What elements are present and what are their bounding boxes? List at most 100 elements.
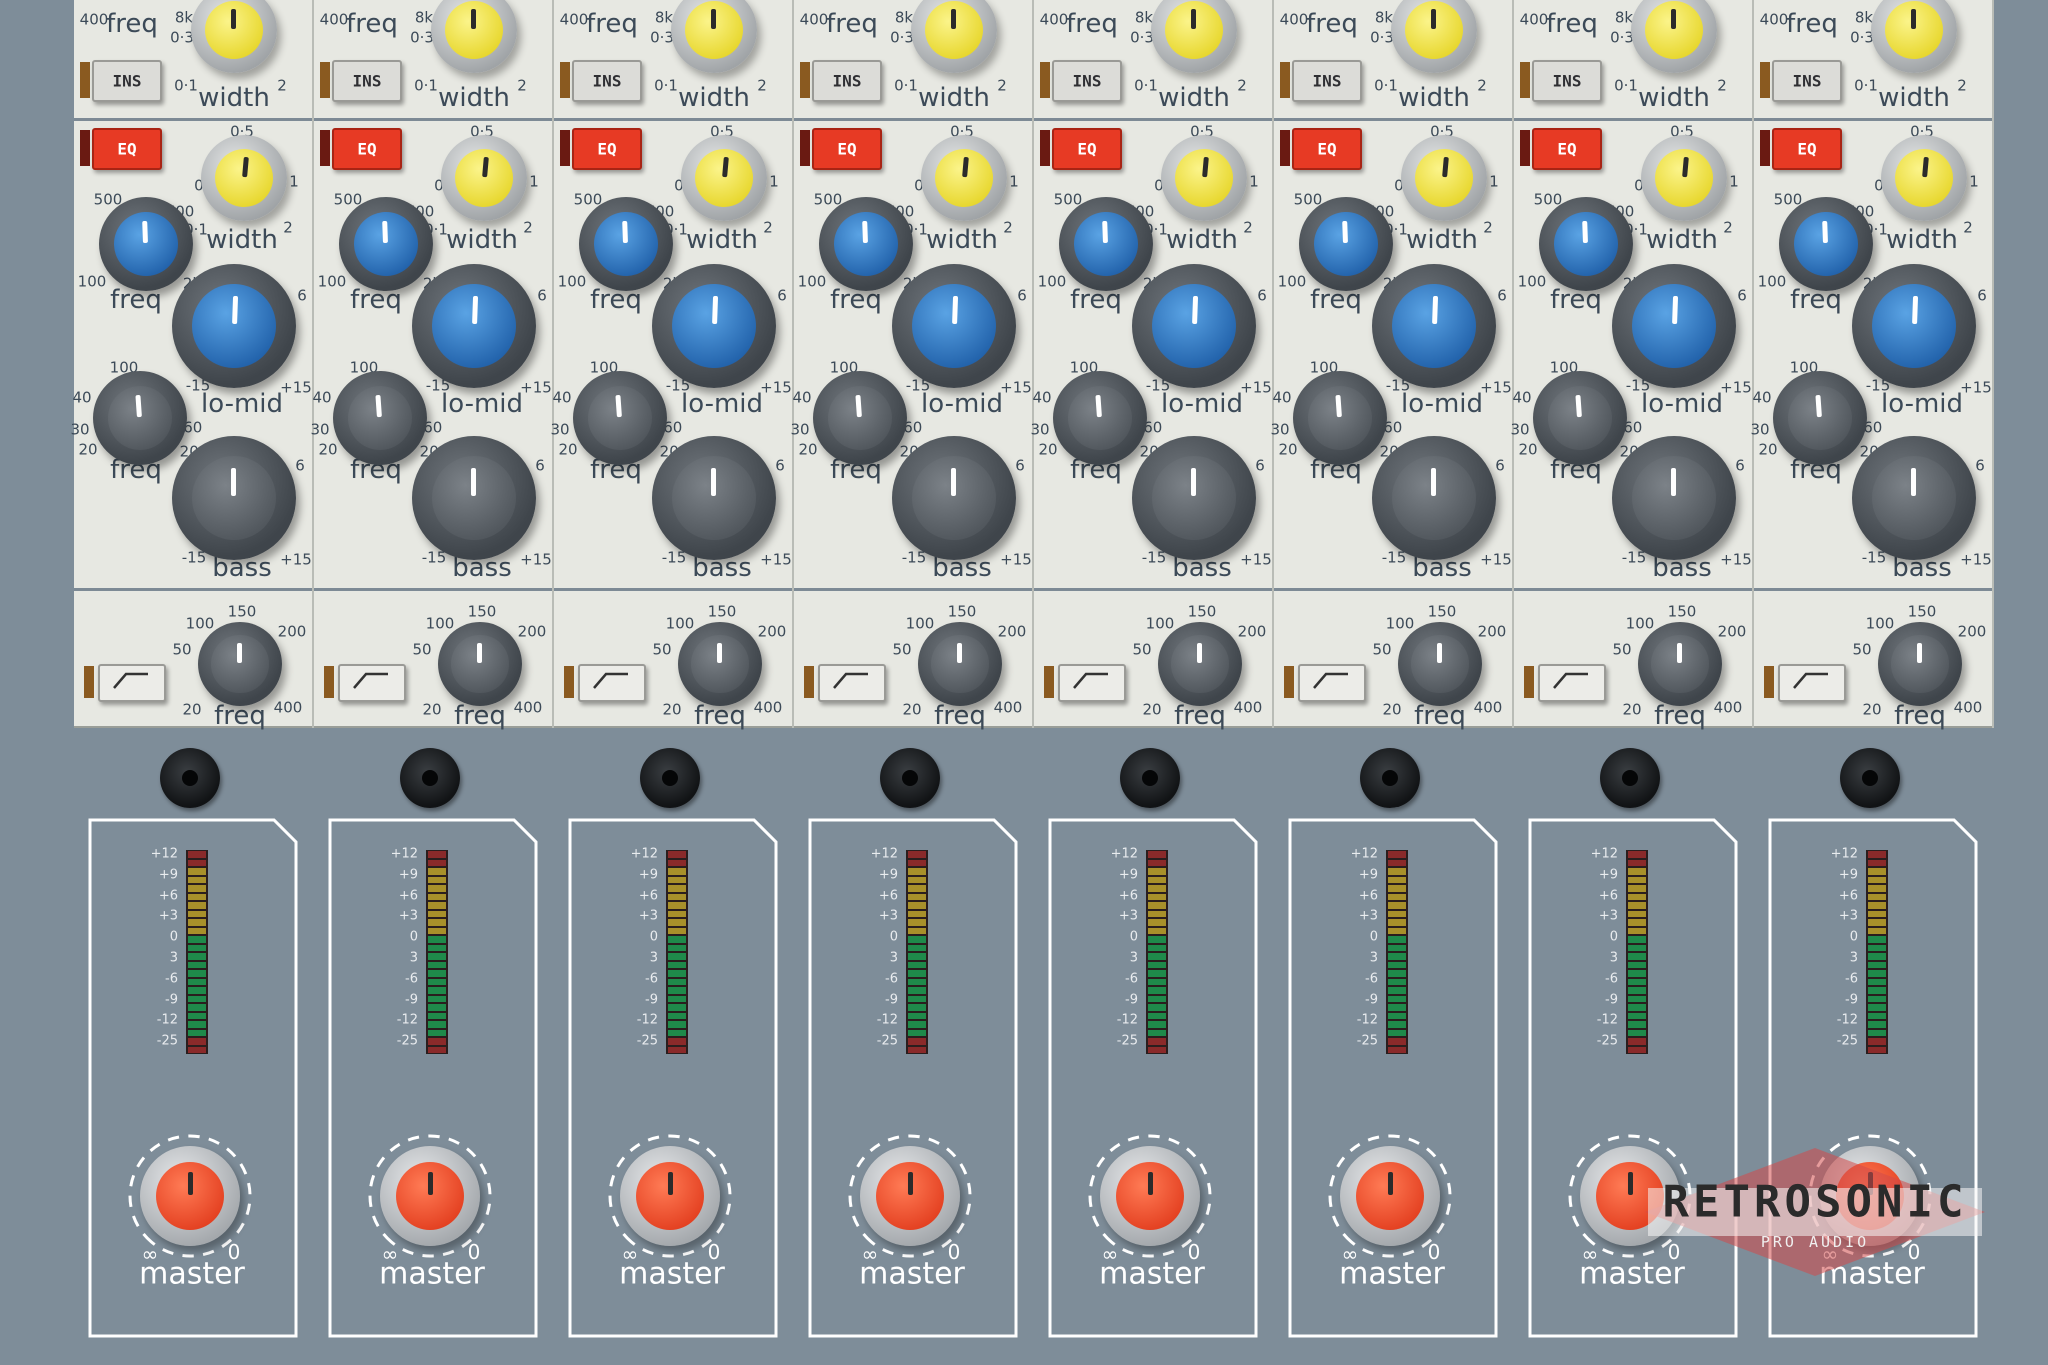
hpf-freq-tick-label: 150 bbox=[467, 602, 497, 621]
insert-jack-socket[interactable] bbox=[1360, 748, 1420, 808]
hi-mid-width-knob-cap bbox=[204, 0, 264, 60]
eq-button[interactable]: EQ bbox=[1292, 128, 1362, 170]
hi-mid-width-knob[interactable] bbox=[911, 0, 997, 73]
hpf-button[interactable] bbox=[338, 664, 406, 702]
hpf-freq-knob[interactable] bbox=[678, 622, 762, 706]
ins-button[interactable]: INS bbox=[332, 60, 402, 102]
eq-button[interactable]: EQ bbox=[572, 128, 642, 170]
hpf-freq-knob[interactable] bbox=[438, 622, 522, 706]
lo-mid-gain-knob[interactable] bbox=[1852, 264, 1976, 388]
ins-button[interactable]: INS bbox=[92, 60, 162, 102]
insert-jack-socket[interactable] bbox=[880, 748, 940, 808]
hpf-freq-knob[interactable] bbox=[198, 622, 282, 706]
bass-gain-knob[interactable] bbox=[1132, 436, 1256, 560]
hpf-freq-knob[interactable] bbox=[1398, 622, 1482, 706]
bass-gain-knob[interactable] bbox=[892, 436, 1016, 560]
bass-gain-knob[interactable] bbox=[1612, 436, 1736, 560]
lo-mid-width-knob[interactable] bbox=[201, 135, 287, 221]
bass-freq-knob[interactable] bbox=[813, 371, 907, 465]
lo-mid-width-knob[interactable] bbox=[1401, 135, 1487, 221]
master-knob[interactable] bbox=[140, 1146, 240, 1246]
bass-freq-knob[interactable] bbox=[573, 371, 667, 465]
hpf-button[interactable] bbox=[1298, 664, 1366, 702]
eq-button[interactable]: EQ bbox=[92, 128, 162, 170]
hpf-button[interactable] bbox=[1538, 664, 1606, 702]
hpf-freq-knob[interactable] bbox=[918, 622, 1002, 706]
ins-button[interactable]: INS bbox=[1292, 60, 1362, 102]
ins-button[interactable]: INS bbox=[1532, 60, 1602, 102]
lo-mid-width-knob[interactable] bbox=[1641, 135, 1727, 221]
lo-mid-width-knob[interactable] bbox=[681, 135, 767, 221]
lo-mid-gain-knob[interactable] bbox=[652, 264, 776, 388]
ins-button[interactable]: INS bbox=[1772, 60, 1842, 102]
lo-mid-freq-knob[interactable] bbox=[99, 197, 193, 291]
lo-mid-freq-knob[interactable] bbox=[1539, 197, 1633, 291]
hi-mid-width-knob[interactable] bbox=[191, 0, 277, 73]
ins-button[interactable]: INS bbox=[1052, 60, 1122, 102]
bass-gain-knob[interactable] bbox=[652, 436, 776, 560]
hpf-button[interactable] bbox=[578, 664, 646, 702]
hi-mid-width-knob[interactable] bbox=[1391, 0, 1477, 73]
master-knob[interactable] bbox=[620, 1146, 720, 1246]
eq-button[interactable]: EQ bbox=[332, 128, 402, 170]
eq-button[interactable]: EQ bbox=[1532, 128, 1602, 170]
bass-freq-knob[interactable] bbox=[93, 371, 187, 465]
insert-jack-socket[interactable] bbox=[160, 748, 220, 808]
master-knob[interactable] bbox=[1100, 1146, 1200, 1246]
master-knob[interactable] bbox=[1340, 1146, 1440, 1246]
lo-mid-freq-knob[interactable] bbox=[1059, 197, 1153, 291]
eq-button[interactable]: EQ bbox=[1772, 128, 1842, 170]
bass-freq-knob[interactable] bbox=[333, 371, 427, 465]
bass-freq-knob[interactable] bbox=[1293, 371, 1387, 465]
insert-jack-socket[interactable] bbox=[400, 748, 460, 808]
master-knob[interactable] bbox=[380, 1146, 480, 1246]
bass-freq-tick-label: 20 bbox=[1278, 440, 1298, 459]
bass-freq-knob[interactable] bbox=[1053, 371, 1147, 465]
hi-mid-width-knob[interactable] bbox=[1151, 0, 1237, 73]
ins-button[interactable]: INS bbox=[572, 60, 642, 102]
hi-mid-width-knob[interactable] bbox=[1871, 0, 1957, 73]
insert-jack-socket[interactable] bbox=[1600, 748, 1660, 808]
hpf-freq-knob[interactable] bbox=[1158, 622, 1242, 706]
hpf-button[interactable] bbox=[98, 664, 166, 702]
lo-mid-width-knob[interactable] bbox=[1881, 135, 1967, 221]
hi-mid-width-knob[interactable] bbox=[1631, 0, 1717, 73]
hpf-button[interactable] bbox=[818, 664, 886, 702]
hpf-button[interactable] bbox=[1058, 664, 1126, 702]
bass-freq-knob[interactable] bbox=[1533, 371, 1627, 465]
hpf-button[interactable] bbox=[1778, 664, 1846, 702]
lo-mid-gain-knob[interactable] bbox=[1372, 264, 1496, 388]
bass-gain-knob[interactable] bbox=[1372, 436, 1496, 560]
lo-mid-width-knob[interactable] bbox=[921, 135, 1007, 221]
hpf-freq-tick-label: 150 bbox=[947, 602, 977, 621]
master-knob[interactable] bbox=[860, 1146, 960, 1246]
ins-button[interactable]: INS bbox=[812, 60, 882, 102]
eq-button[interactable]: EQ bbox=[812, 128, 882, 170]
lo-mid-gain-knob[interactable] bbox=[1612, 264, 1736, 388]
insert-jack-socket[interactable] bbox=[1840, 748, 1900, 808]
hpf-freq-knob[interactable] bbox=[1878, 622, 1962, 706]
insert-jack-socket[interactable] bbox=[1120, 748, 1180, 808]
lo-mid-gain-knob[interactable] bbox=[1132, 264, 1256, 388]
eq-button[interactable]: EQ bbox=[1052, 128, 1122, 170]
lo-mid-freq-knob[interactable] bbox=[579, 197, 673, 291]
bass-freq-knob[interactable] bbox=[1773, 371, 1867, 465]
bass-gain-knob[interactable] bbox=[412, 436, 536, 560]
hpf-freq-tick-label: 150 bbox=[1907, 602, 1937, 621]
lo-mid-gain-knob[interactable] bbox=[412, 264, 536, 388]
hi-mid-width-knob[interactable] bbox=[671, 0, 757, 73]
lo-mid-freq-knob[interactable] bbox=[1299, 197, 1393, 291]
bass-gain-knob[interactable] bbox=[172, 436, 296, 560]
lo-mid-gain-knob[interactable] bbox=[172, 264, 296, 388]
bass-gain-knob[interactable] bbox=[1852, 436, 1976, 560]
lo-mid-freq-knob[interactable] bbox=[1779, 197, 1873, 291]
lo-mid-width-knob[interactable] bbox=[441, 135, 527, 221]
lo-mid-freq-knob[interactable] bbox=[339, 197, 433, 291]
lo-mid-freq-knob[interactable] bbox=[819, 197, 913, 291]
hi-mid-width-knob[interactable] bbox=[431, 0, 517, 73]
insert-jack-socket[interactable] bbox=[640, 748, 700, 808]
lo-mid-width-knob[interactable] bbox=[1161, 135, 1247, 221]
meter-scale-label: -9 bbox=[1125, 992, 1138, 1008]
hpf-freq-knob[interactable] bbox=[1638, 622, 1722, 706]
lo-mid-gain-knob[interactable] bbox=[892, 264, 1016, 388]
